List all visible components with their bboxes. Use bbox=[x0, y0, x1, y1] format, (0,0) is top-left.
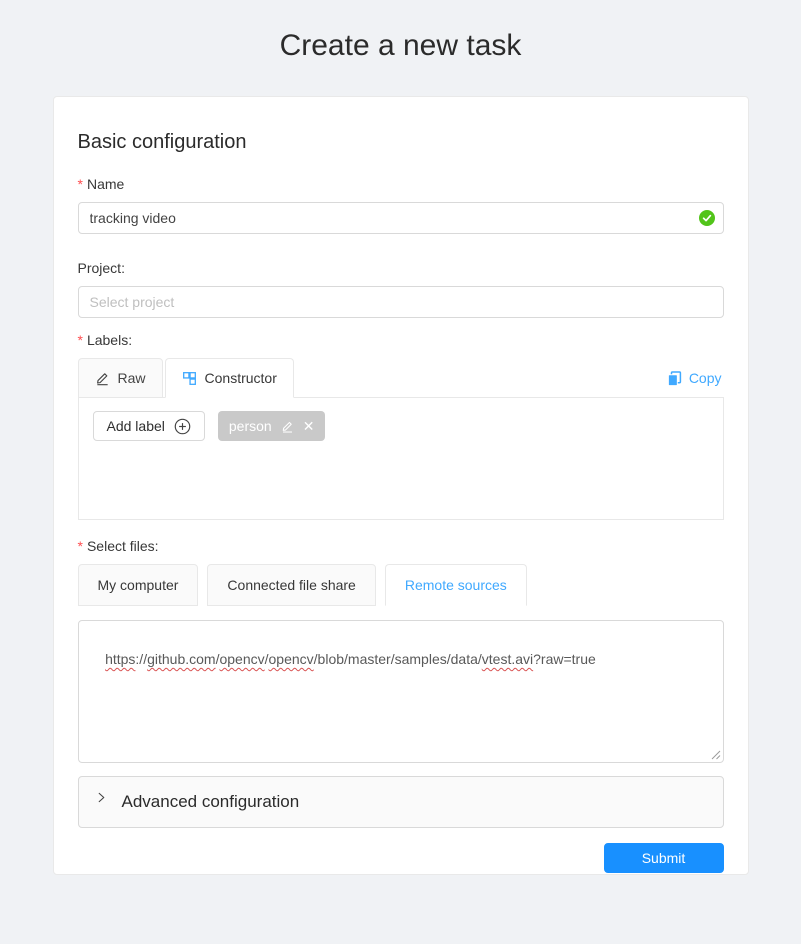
name-input[interactable] bbox=[78, 202, 724, 234]
add-label-button[interactable]: Add label bbox=[93, 411, 205, 441]
name-label-text: Name bbox=[87, 176, 124, 192]
copy-button-label: Copy bbox=[689, 370, 722, 386]
project-label: Project: bbox=[78, 258, 724, 278]
page-title: Create a new task bbox=[0, 27, 801, 65]
edit-label-icon[interactable] bbox=[281, 420, 294, 433]
label-tag-person[interactable]: person ✕ bbox=[218, 411, 326, 441]
tab-connected-file-share-label: Connected file share bbox=[227, 577, 355, 593]
basic-configuration-heading: Basic configuration bbox=[78, 131, 724, 154]
tab-my-computer[interactable]: My computer bbox=[78, 564, 199, 606]
chevron-right-icon bbox=[96, 792, 107, 803]
remote-urls-textarea[interactable]: https://github.com/opencv/opencv/blob/ma… bbox=[78, 620, 724, 763]
project-select[interactable] bbox=[78, 286, 724, 318]
label-tag-name: person bbox=[229, 418, 272, 434]
tab-my-computer-label: My computer bbox=[98, 577, 179, 593]
submit-button[interactable]: Submit bbox=[604, 843, 724, 873]
files-tabbar: My computer Connected file share Remote … bbox=[78, 564, 724, 606]
labels-label-text: Labels: bbox=[87, 332, 132, 348]
required-asterisk: * bbox=[78, 176, 83, 192]
labels-constructor-pane: Add label person ✕ bbox=[78, 397, 724, 520]
select-files-label-text: Select files: bbox=[87, 538, 159, 554]
remove-label-icon[interactable]: ✕ bbox=[303, 419, 315, 433]
tab-remote-sources[interactable]: Remote sources bbox=[385, 564, 527, 606]
copy-icon bbox=[667, 371, 682, 386]
required-asterisk: * bbox=[78, 538, 83, 554]
advanced-configuration-header[interactable]: Advanced configuration bbox=[78, 776, 724, 828]
select-files-label: *Select files: bbox=[78, 536, 724, 556]
check-circle-icon bbox=[699, 210, 715, 226]
tab-raw[interactable]: Raw bbox=[78, 358, 163, 398]
tab-constructor[interactable]: Constructor bbox=[165, 358, 294, 398]
submit-row: Submit bbox=[78, 843, 724, 873]
tab-remote-sources-label: Remote sources bbox=[405, 577, 507, 593]
build-icon bbox=[182, 371, 197, 386]
required-asterisk: * bbox=[78, 332, 83, 348]
name-input-wrap bbox=[78, 202, 724, 234]
tab-connected-file-share[interactable]: Connected file share bbox=[207, 564, 375, 606]
resize-handle[interactable] bbox=[687, 750, 720, 760]
create-task-card: Basic configuration *Name Project: *Labe… bbox=[53, 96, 749, 875]
copy-button[interactable]: Copy bbox=[667, 370, 724, 386]
labels-label: *Labels: bbox=[78, 330, 724, 350]
project-select-wrap bbox=[78, 286, 724, 318]
add-label-button-label: Add label bbox=[107, 418, 165, 434]
edit-icon bbox=[95, 371, 110, 386]
remote-url-text: https://github.com/opencv/opencv/blob/ma… bbox=[105, 651, 596, 667]
labels-tabbar: Raw Constructor Copy bbox=[78, 358, 724, 398]
advanced-configuration-title: Advanced configuration bbox=[122, 792, 300, 812]
plus-circle-icon bbox=[174, 418, 191, 435]
name-label: *Name bbox=[78, 174, 724, 194]
tab-raw-label: Raw bbox=[118, 370, 146, 386]
tab-constructor-label: Constructor bbox=[205, 370, 277, 386]
